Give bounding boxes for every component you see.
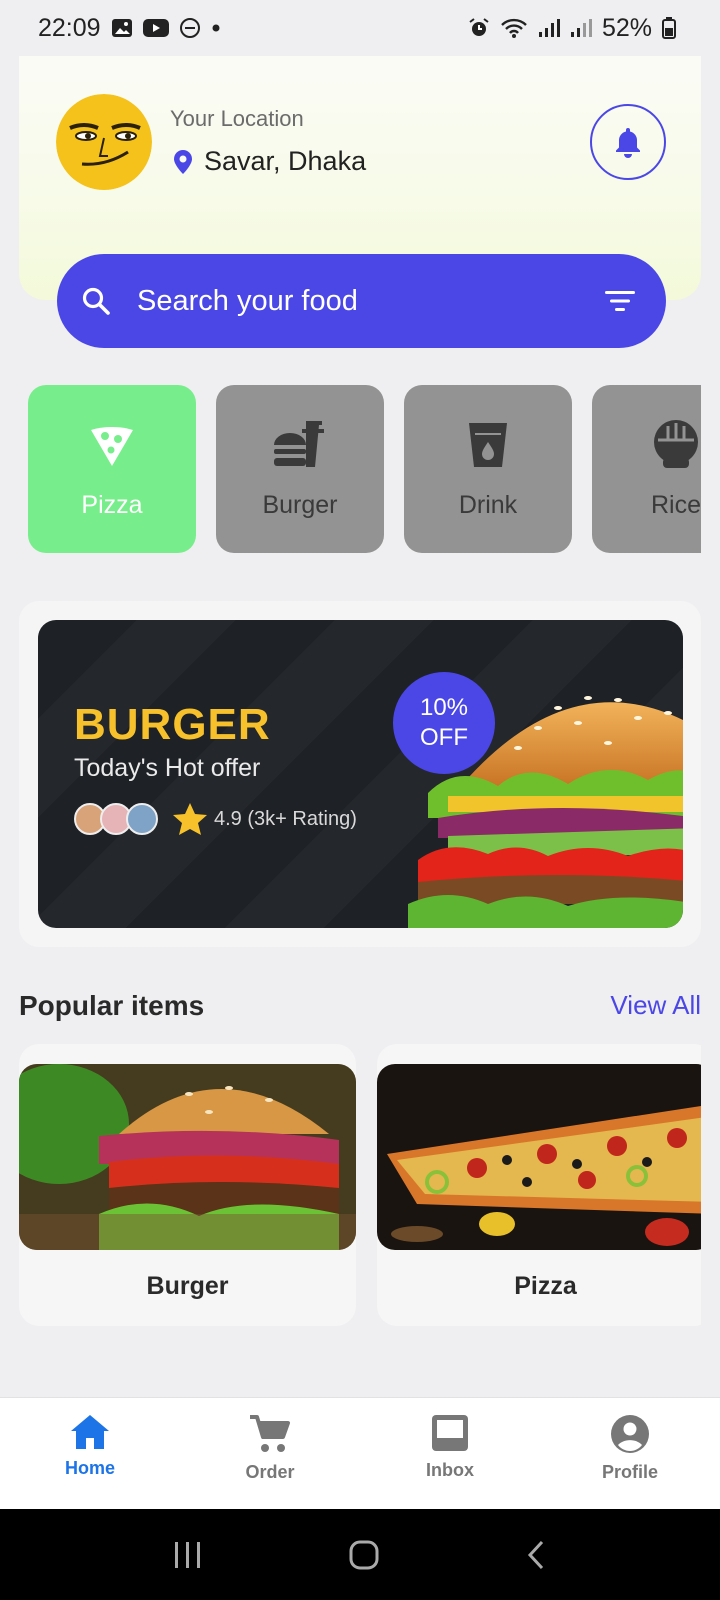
category-rice[interactable]: Rice [592, 385, 701, 553]
location-pin-icon [174, 149, 192, 174]
nav-profile[interactable]: Profile [540, 1398, 720, 1509]
category-label: Rice [650, 491, 701, 519]
popular-item-name: Pizza [514, 1272, 577, 1300]
category-burger[interactable]: Burger [216, 385, 384, 553]
search-icon [81, 286, 111, 316]
nav-label: Order [245, 1462, 295, 1482]
home-icon [70, 1414, 110, 1450]
drink-icon [466, 419, 510, 471]
promo-subtitle: Today's Hot offer [74, 754, 261, 782]
discount-label: OFF [420, 724, 468, 751]
pizza-photo [377, 1064, 701, 1250]
rice-bowl-icon [651, 419, 701, 471]
pizza-icon [89, 419, 135, 471]
recent-apps-icon[interactable] [172, 1540, 204, 1570]
location-label: Your Location [170, 106, 304, 131]
location-value: Savar, Dhaka [204, 146, 367, 176]
popular-item-pizza[interactable]: Pizza [377, 1044, 701, 1326]
fastfood-icon [272, 419, 328, 471]
account-circle-icon [610, 1414, 650, 1454]
nav-order[interactable]: Order [180, 1398, 360, 1509]
view-all-link[interactable]: View All [610, 990, 701, 1021]
nav-home[interactable]: Home [0, 1398, 180, 1509]
alarm-icon [468, 17, 490, 39]
category-label: Pizza [81, 491, 143, 519]
reviewer-avatars [74, 803, 158, 835]
inbox-icon [431, 1414, 469, 1452]
burger-photo [19, 1064, 356, 1250]
filter-icon[interactable] [604, 288, 636, 314]
search-input[interactable]: Search your food [137, 285, 604, 318]
promo-rating: 4.9 (3k+ Rating) [74, 802, 357, 836]
bell-icon [613, 126, 643, 158]
popular-item-name: Burger [146, 1272, 229, 1300]
promo-title: BURGER [74, 700, 271, 749]
home-button-icon[interactable] [348, 1539, 380, 1571]
youtube-icon [142, 18, 169, 38]
nav-label: Home [64, 1458, 115, 1478]
discount-value: 10% [419, 694, 469, 721]
system-navigation-bar [0, 1509, 720, 1600]
battery-icon [662, 17, 676, 39]
nav-inbox[interactable]: Inbox [360, 1398, 540, 1509]
back-icon[interactable] [524, 1539, 548, 1571]
nav-label: Inbox [426, 1460, 474, 1480]
signal-icon-2 [570, 18, 592, 38]
rating-text: 4.9 (3k+ Rating) [214, 807, 357, 830]
status-bar: 22:09 52% [0, 0, 720, 56]
search-bar[interactable]: Search your food [57, 254, 666, 348]
reviewer-avatar [126, 803, 158, 835]
do-not-disturb-icon [179, 17, 201, 39]
notification-button[interactable] [590, 104, 666, 180]
category-pizza[interactable]: Pizza [28, 385, 196, 553]
nav-label: Profile [601, 1462, 658, 1482]
avatar[interactable] [56, 94, 152, 190]
popular-items-title: Popular items [19, 990, 205, 1021]
popular-items-list: Burger Pizza [19, 1044, 701, 1326]
gallery-icon [111, 17, 133, 39]
popular-item-burger[interactable]: Burger [19, 1044, 356, 1326]
location-selector[interactable]: Savar, Dhaka [174, 146, 366, 177]
signal-icon [538, 18, 560, 38]
promo-banner[interactable]: BURGER Today's Hot offer 4.9 (3k+ Rating… [38, 620, 683, 928]
cart-icon [249, 1414, 291, 1454]
battery-percent: 52% [601, 13, 652, 42]
wifi-icon [500, 17, 528, 39]
bottom-navigation: Home Order Inbox Profile [0, 1397, 720, 1509]
status-time: 22:09 [38, 13, 101, 42]
category-label: Burger [262, 491, 338, 519]
discount-badge: 10% OFF [393, 672, 495, 774]
category-label: Drink [458, 491, 518, 519]
category-drink[interactable]: Drink [404, 385, 572, 553]
star-icon [172, 802, 208, 836]
category-list: Pizza Burger Drink Rice [28, 385, 701, 555]
notification-dot-icon [211, 23, 221, 33]
